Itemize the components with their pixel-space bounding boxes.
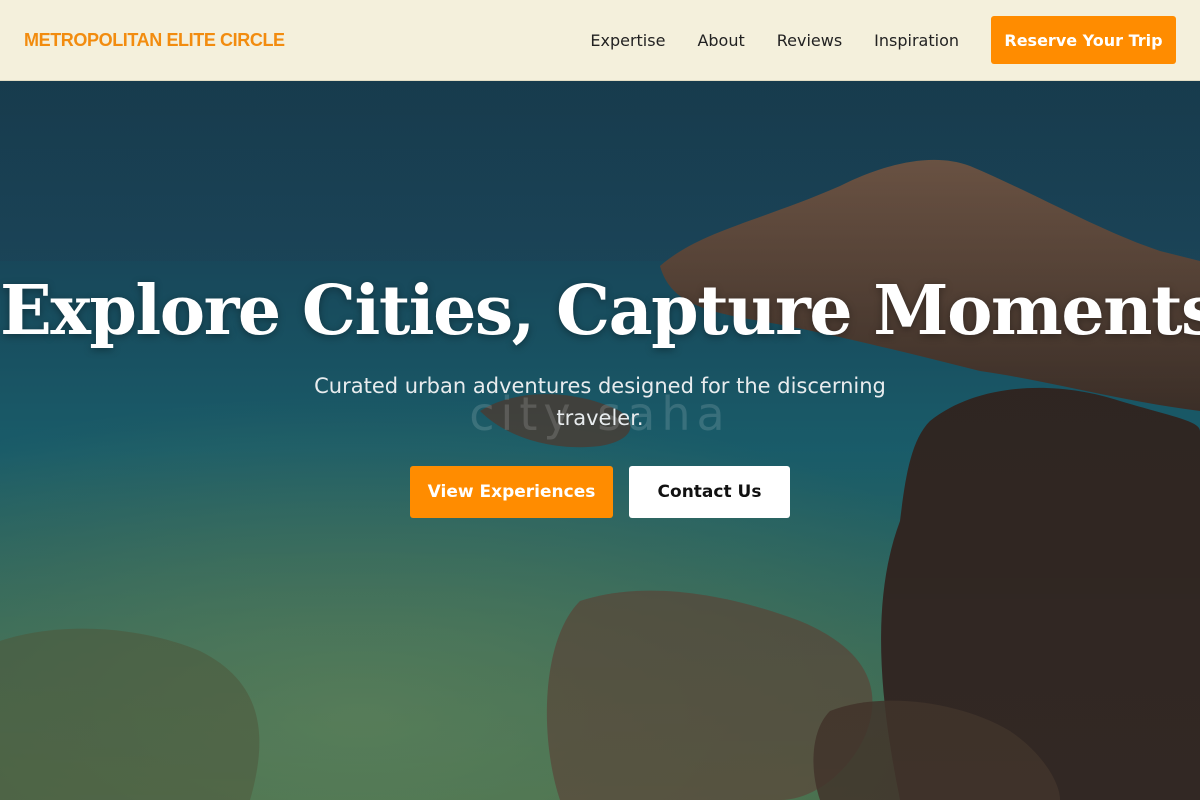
nav-link-reviews[interactable]: Reviews bbox=[777, 31, 842, 50]
view-experiences-button[interactable]: View Experiences bbox=[410, 466, 613, 518]
contact-us-button[interactable]: Contact Us bbox=[629, 466, 790, 518]
nav-link-about[interactable]: About bbox=[697, 31, 744, 50]
nav-link-inspiration[interactable]: Inspiration bbox=[874, 31, 959, 50]
hero-buttons: View Experiences Contact Us bbox=[0, 466, 1200, 518]
main-nav: Expertise About Reviews Inspiration bbox=[590, 31, 959, 50]
nav-link-expertise[interactable]: Expertise bbox=[590, 31, 665, 50]
hero-title: Explore Cities, Capture Moments. bbox=[0, 271, 1200, 351]
brand-logo[interactable]: METROPOLITAN ELITE CIRCLE bbox=[24, 30, 285, 51]
hero-content: city saha Explore Cities, Capture Moment… bbox=[0, 81, 1200, 800]
hero-subtitle: Curated urban adventures designed for th… bbox=[314, 374, 886, 430]
header-right: Expertise About Reviews Inspiration Rese… bbox=[590, 16, 1176, 64]
site-header: METROPOLITAN ELITE CIRCLE Expertise Abou… bbox=[0, 0, 1200, 81]
hero-section: city saha Explore Cities, Capture Moment… bbox=[0, 81, 1200, 800]
reserve-trip-button[interactable]: Reserve Your Trip bbox=[991, 16, 1176, 64]
